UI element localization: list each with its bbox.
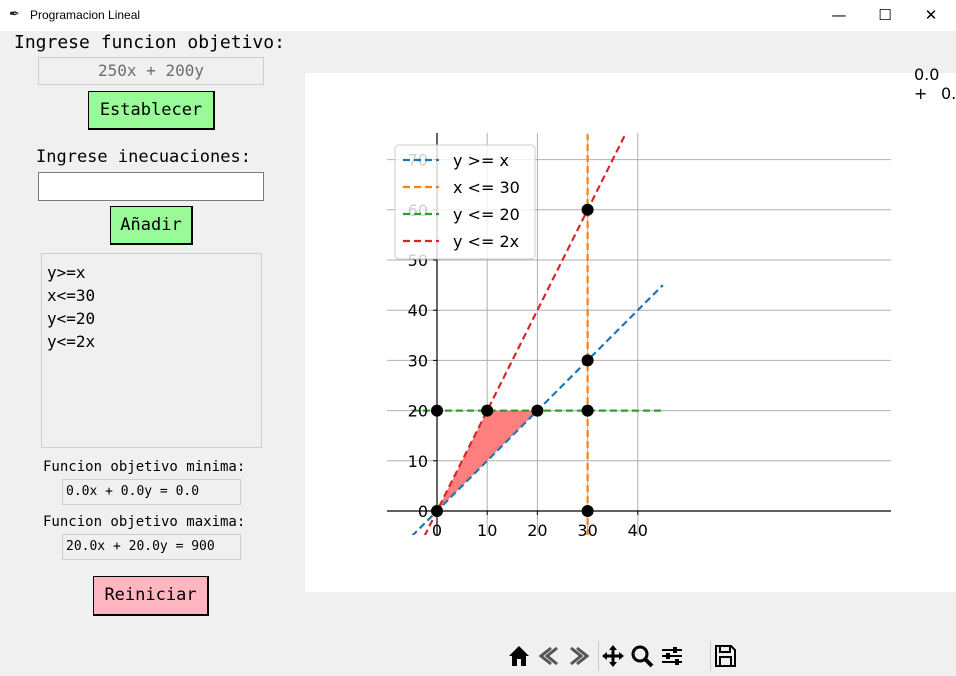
configure-icon[interactable]: [658, 641, 686, 671]
y-tick-label: 0: [418, 502, 428, 521]
objective-input[interactable]: 250x + 200y: [38, 57, 264, 85]
x-tick-label: 30: [577, 521, 597, 540]
home-icon[interactable]: [505, 641, 533, 671]
y-tick-label: 40: [408, 301, 428, 320]
min-result: 0.0x + 0.0y = 0.0: [62, 479, 241, 505]
intersection-point: [431, 505, 443, 517]
save-icon[interactable]: [710, 641, 739, 671]
legend-label: x <= 30: [453, 178, 520, 197]
list-item[interactable]: y<=20: [47, 307, 261, 330]
close-button[interactable]: ✕: [908, 0, 954, 31]
minimize-button[interactable]: —: [816, 0, 862, 31]
pan-icon[interactable]: [598, 641, 627, 671]
list-item[interactable]: x<=30: [47, 284, 261, 307]
chart: 010203040010203040506070 y >= xx <= 30y …: [387, 133, 891, 540]
inequalities-label: Ingrese inecuaciones:: [36, 147, 251, 167]
window-title: Programacion Lineal: [30, 8, 141, 22]
set-objective-button[interactable]: Establecer: [88, 91, 215, 130]
forward-icon[interactable]: [565, 641, 593, 671]
intersection-point: [581, 354, 594, 367]
y-tick-label: 20: [408, 402, 428, 421]
legend-label: y >= x: [453, 151, 509, 170]
list-item[interactable]: y>=x: [47, 261, 261, 284]
x-tick-label: 20: [527, 521, 547, 540]
intersection-point: [531, 404, 544, 417]
y-tick-label: 10: [408, 452, 428, 471]
inequality-input[interactable]: [38, 172, 264, 201]
maximize-button[interactable]: ☐: [862, 0, 908, 31]
x-tick-label: 40: [628, 521, 648, 540]
max-label: Funcion objetivo maxima:: [43, 514, 246, 530]
inequalities-list[interactable]: y>=x x<=30 y<=20 y<=2x: [41, 253, 262, 448]
legend-label: y <= 20: [453, 205, 520, 224]
list-item[interactable]: y<=2x: [47, 330, 261, 353]
intersection-point: [431, 404, 443, 417]
intersection-point: [581, 404, 594, 417]
intersection-point: [581, 505, 594, 517]
x-tick-label: 0: [432, 521, 442, 540]
min-label: Funcion objetivo minima:: [43, 459, 246, 475]
title-bar: ✒ Programacion Lineal — ☐ ✕: [0, 0, 956, 31]
coordinate-readout-2: 0.: [941, 84, 956, 103]
add-inequality-button[interactable]: Añadir: [110, 206, 193, 245]
reset-button[interactable]: Reiniciar: [93, 576, 209, 616]
intersection-point: [481, 404, 494, 417]
x-tick-label: 10: [477, 521, 497, 540]
objective-label: Ingrese funcion objetivo:: [14, 32, 285, 53]
zoom-icon[interactable]: [628, 641, 656, 671]
back-icon[interactable]: [535, 641, 563, 671]
intersection-point: [581, 203, 594, 216]
plot-canvas[interactable]: 010203040010203040506070 y >= xx <= 30y …: [305, 73, 956, 592]
y-tick-label: 30: [408, 351, 428, 370]
feather-icon: ✒: [9, 7, 20, 22]
legend-label: y <= 2x: [453, 232, 519, 251]
max-result: 20.0x + 20.0y = 900: [62, 534, 241, 560]
